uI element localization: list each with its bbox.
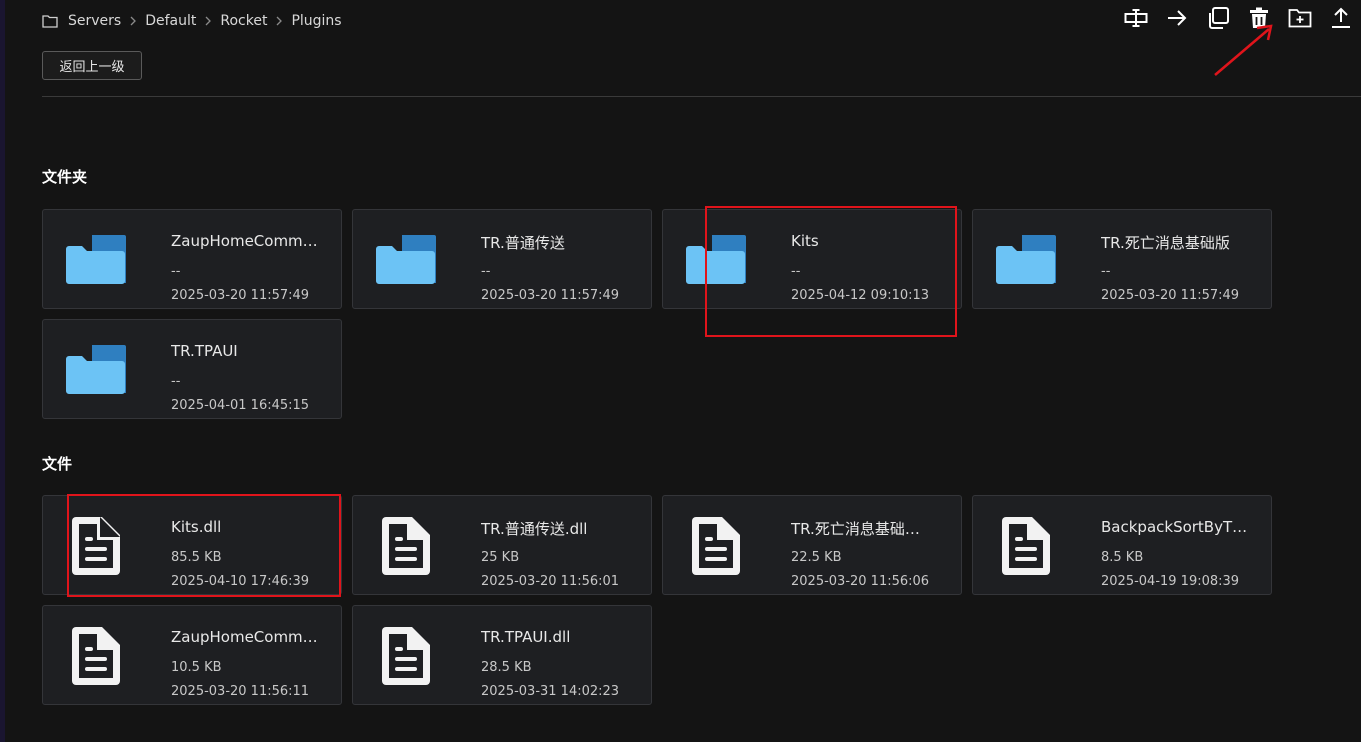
folder-card[interactable]: TR.死亡消息基础版 -- 2025-03-20 11:57:49 xyxy=(972,209,1272,309)
breadcrumb-item-default[interactable]: Default xyxy=(145,13,196,29)
file-size: 22.5 KB xyxy=(791,550,842,565)
file-document-icon xyxy=(683,516,749,576)
delete-button[interactable] xyxy=(1238,6,1279,34)
file-document-icon xyxy=(63,516,129,576)
folder-date: 2025-03-20 11:57:49 xyxy=(171,288,310,303)
folder-icon xyxy=(993,230,1059,290)
move-button[interactable] xyxy=(1156,6,1197,34)
folder-size: -- xyxy=(171,374,181,389)
rename-button[interactable] xyxy=(1115,6,1156,34)
file-size: 85.5 KB xyxy=(171,550,222,565)
new-folder-button[interactable] xyxy=(1279,6,1320,34)
upload-icon xyxy=(1331,7,1351,33)
file-name: TR.死亡消息基础… xyxy=(791,520,920,538)
copy-button[interactable] xyxy=(1197,6,1238,34)
file-size: 28.5 KB xyxy=(481,660,532,675)
header-divider xyxy=(42,96,1361,97)
file-card[interactable]: TR.TPAUI.dll 28.5 KB 2025-03-31 14:02:23 xyxy=(352,605,652,705)
file-date: 2025-03-20 11:56:06 xyxy=(791,574,930,589)
copy-icon xyxy=(1206,6,1230,34)
file-name: ZaupHomeComm… xyxy=(171,628,318,646)
folder-icon xyxy=(683,230,749,290)
file-card[interactable]: TR.普通传送.dll 25 KB 2025-03-20 11:56:01 xyxy=(352,495,652,595)
file-card[interactable]: BackpackSortByT… 8.5 KB 2025-04-19 19:08… xyxy=(972,495,1272,595)
file-size: 10.5 KB xyxy=(171,660,222,675)
folder-icon xyxy=(63,340,129,400)
chevron-right-icon xyxy=(129,16,137,26)
file-date: 2025-04-19 19:08:39 xyxy=(1101,574,1240,589)
breadcrumb-item-servers[interactable]: Servers xyxy=(68,13,121,29)
new-folder-icon xyxy=(1288,8,1312,32)
file-date: 2025-03-31 14:02:23 xyxy=(481,684,620,699)
breadcrumb-item-plugins[interactable]: Plugins xyxy=(291,13,341,29)
file-card[interactable]: ZaupHomeComm… 10.5 KB 2025-03-20 11:56:1… xyxy=(42,605,342,705)
file-date: 2025-04-10 17:46:39 xyxy=(171,574,310,589)
folder-size: -- xyxy=(171,264,181,279)
rename-icon xyxy=(1124,8,1148,32)
file-size: 8.5 KB xyxy=(1101,550,1144,565)
window-left-edge xyxy=(0,0,5,742)
file-card[interactable]: Kits.dll 85.5 KB 2025-04-10 17:46:39 xyxy=(42,495,342,595)
folder-date: 2025-03-20 11:57:49 xyxy=(1101,288,1240,303)
move-icon xyxy=(1166,8,1188,32)
folder-name: TR.普通传送 xyxy=(481,234,565,252)
folder-size: -- xyxy=(791,264,801,279)
folder-name: TR.TPAUI xyxy=(171,342,238,360)
folder-size: -- xyxy=(481,264,491,279)
file-size: 25 KB xyxy=(481,550,520,565)
file-date: 2025-03-20 11:56:01 xyxy=(481,574,620,589)
folder-date: 2025-03-20 11:57:49 xyxy=(481,288,620,303)
toolbar xyxy=(1115,6,1361,34)
breadcrumb-item-rocket[interactable]: Rocket xyxy=(220,13,267,29)
file-date: 2025-03-20 11:56:11 xyxy=(171,684,310,699)
file-document-icon xyxy=(373,516,439,576)
upload-button[interactable] xyxy=(1320,6,1361,34)
folder-outline-icon xyxy=(42,14,58,28)
folder-name: TR.死亡消息基础版 xyxy=(1101,234,1230,252)
file-name: Kits.dll xyxy=(171,518,222,536)
file-document-icon xyxy=(63,626,129,686)
back-button[interactable]: 返回上一级 xyxy=(42,51,142,80)
file-name: BackpackSortByT… xyxy=(1101,518,1248,536)
folders-section-title: 文件夹 xyxy=(42,168,88,186)
folder-card[interactable]: ZaupHomeComm… -- 2025-03-20 11:57:49 xyxy=(42,209,342,309)
breadcrumb: Servers Default Rocket Plugins xyxy=(42,8,342,34)
files-section-title: 文件 xyxy=(42,455,73,473)
folder-card[interactable]: TR.普通传送 -- 2025-03-20 11:57:49 xyxy=(352,209,652,309)
chevron-right-icon xyxy=(275,16,283,26)
folder-card[interactable]: Kits -- 2025-04-12 09:10:13 xyxy=(662,209,962,309)
file-card[interactable]: TR.死亡消息基础… 22.5 KB 2025-03-20 11:56:06 xyxy=(662,495,962,595)
folder-card[interactable]: TR.TPAUI -- 2025-04-01 16:45:15 xyxy=(42,319,342,419)
file-document-icon xyxy=(993,516,1059,576)
folder-date: 2025-04-12 09:10:13 xyxy=(791,288,930,303)
folder-icon xyxy=(63,230,129,290)
folder-icon xyxy=(373,230,439,290)
delete-icon xyxy=(1249,7,1269,33)
file-document-icon xyxy=(373,626,439,686)
chevron-right-icon xyxy=(204,16,212,26)
folder-date: 2025-04-01 16:45:15 xyxy=(171,398,310,413)
folder-name: Kits xyxy=(791,232,819,250)
file-name: TR.普通传送.dll xyxy=(481,520,588,538)
file-name: TR.TPAUI.dll xyxy=(481,628,571,646)
folder-size: -- xyxy=(1101,264,1111,279)
folder-name: ZaupHomeComm… xyxy=(171,232,318,250)
